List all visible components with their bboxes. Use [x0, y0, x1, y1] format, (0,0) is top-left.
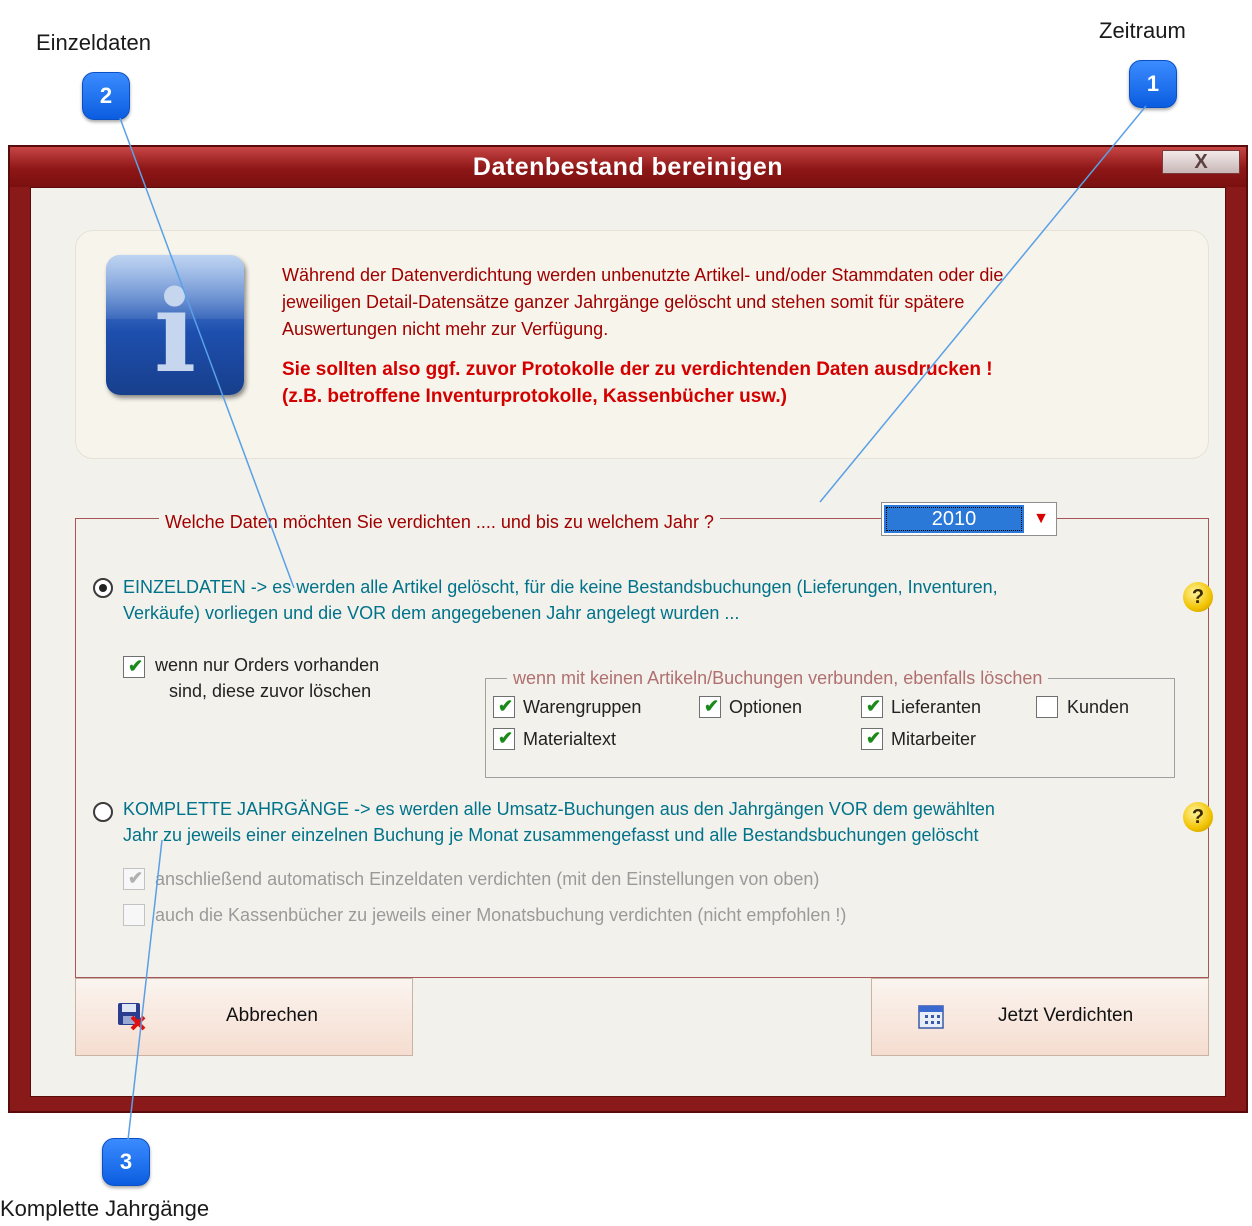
callout-line-3 [127, 839, 163, 1141]
callout-line-2 [119, 117, 295, 589]
callout-lines [119, 105, 1147, 1141]
callout-line-1 [819, 105, 1147, 503]
